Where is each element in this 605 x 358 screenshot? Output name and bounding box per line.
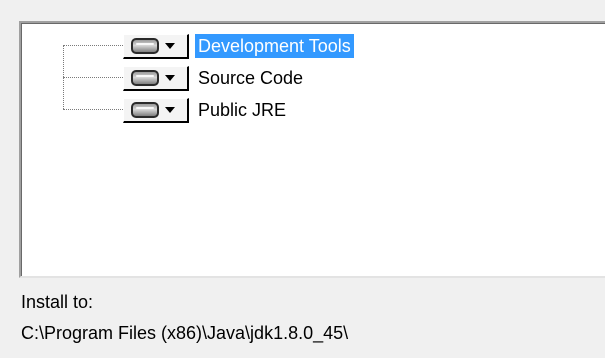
tree-connector-source-code	[63, 77, 123, 78]
tree-item-source-code[interactable]: Source Code	[123, 65, 306, 91]
hard-drive-icon	[131, 37, 159, 54]
feature-tree[interactable]: Development Tools Source Code Public JRE	[19, 21, 605, 278]
hard-drive-icon	[131, 69, 159, 86]
tree-item-public-jre[interactable]: Public JRE	[123, 97, 289, 123]
development-tools-feature-dropdown[interactable]	[123, 33, 189, 59]
install-path: C:\Program Files (x86)\Java\jdk1.8.0_45\	[21, 323, 349, 343]
tree-item-development-tools[interactable]: Development Tools	[123, 33, 354, 59]
dropdown-arrow-icon	[165, 107, 175, 113]
tree-item-label[interactable]: Source Code	[195, 66, 306, 90]
dropdown-arrow-icon	[165, 75, 175, 81]
tree-connector-public-jre	[63, 109, 123, 110]
source-code-feature-dropdown[interactable]	[123, 65, 189, 91]
tree-item-label[interactable]: Public JRE	[195, 98, 289, 122]
tree-connector-development-tools	[63, 45, 123, 46]
install-to-label: Install to:	[21, 292, 94, 312]
hard-drive-icon	[131, 101, 159, 118]
tree-item-label[interactable]: Development Tools	[195, 34, 354, 58]
dropdown-arrow-icon	[165, 43, 175, 49]
public-jre-feature-dropdown[interactable]	[123, 97, 189, 123]
